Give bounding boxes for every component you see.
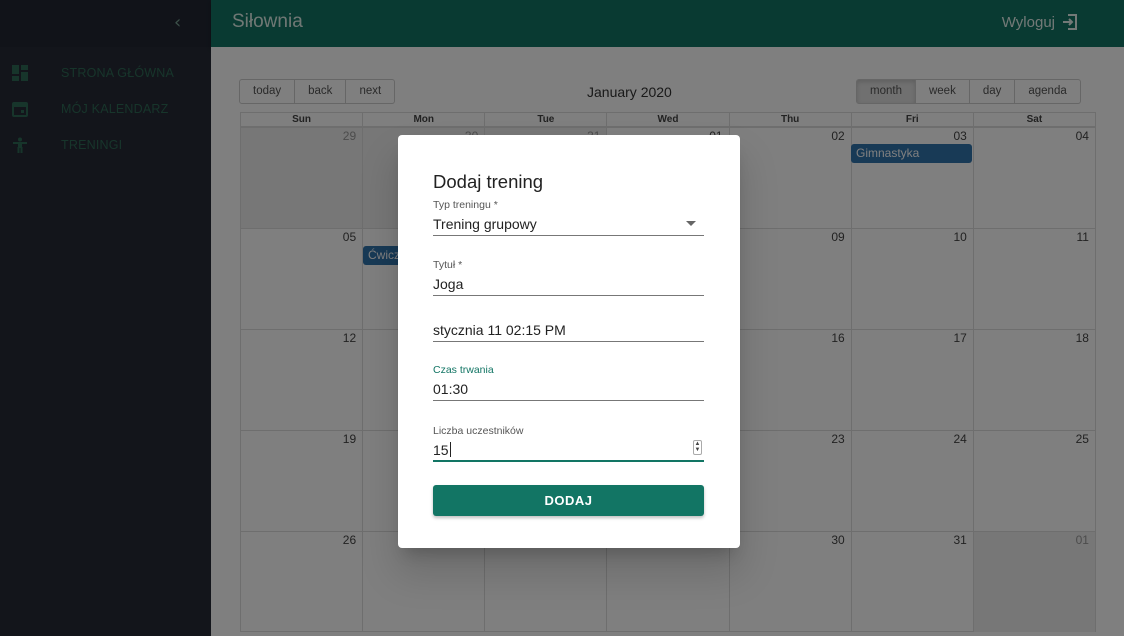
participants-field[interactable]: Liczba uczestników 15 ▲ ▼ bbox=[433, 425, 704, 462]
participants-value: 15 bbox=[433, 442, 449, 458]
number-stepper-icon[interactable]: ▲ ▼ bbox=[693, 440, 702, 455]
add-training-dialog: Dodaj trening Typ treningu * Trening gru… bbox=[398, 135, 740, 548]
title-field[interactable]: Tytuł * Joga bbox=[433, 259, 704, 296]
participants-input[interactable]: 15 ▲ ▼ bbox=[433, 438, 704, 462]
field-label: Tytuł * bbox=[433, 259, 463, 271]
duration-input[interactable]: 01:30 bbox=[433, 377, 704, 401]
add-button[interactable]: DODAJ bbox=[433, 485, 704, 516]
training-type-select[interactable]: Typ treningu * Trening grupowy bbox=[433, 199, 704, 236]
duration-field[interactable]: Czas trwania 01:30 bbox=[433, 364, 704, 401]
title-input[interactable]: Joga bbox=[433, 272, 704, 296]
field-label: Typ treningu * bbox=[433, 199, 498, 211]
field-label: Czas trwania bbox=[433, 364, 494, 376]
text-caret bbox=[449, 442, 451, 457]
training-type-value[interactable]: Trening grupowy bbox=[433, 212, 704, 236]
dialog-title: Dodaj trening bbox=[433, 171, 544, 192]
select-value: Trening grupowy bbox=[433, 216, 537, 232]
datetime-input[interactable]: stycznia 11 02:15 PM bbox=[433, 318, 704, 342]
dropdown-arrow-icon bbox=[686, 221, 696, 226]
datetime-field[interactable]: stycznia 11 02:15 PM bbox=[433, 318, 704, 342]
field-label: Liczba uczestników bbox=[433, 425, 524, 437]
